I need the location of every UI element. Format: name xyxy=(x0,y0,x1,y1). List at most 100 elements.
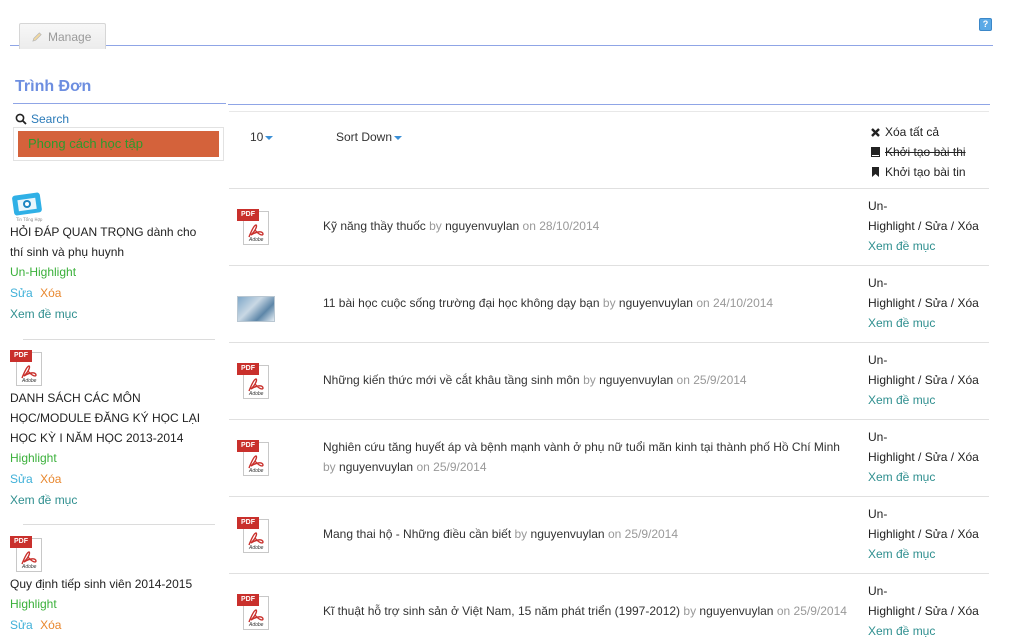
pdf-icon: PDF Adobe xyxy=(237,440,273,478)
table-row: PDF Adobe Nghiên cứu tăng huyết áp và bện… xyxy=(229,420,989,497)
delete-link[interactable]: Xóa xyxy=(957,373,978,387)
unhighlight-prefix[interactable]: Un- xyxy=(868,504,979,524)
delete-link[interactable]: Xóa xyxy=(957,527,978,541)
highlight-link[interactable]: Highlight xyxy=(868,527,915,541)
book-icon xyxy=(871,147,880,157)
row-author[interactable]: nguyenvuylan xyxy=(599,373,673,387)
sort-select[interactable]: Sort Down xyxy=(336,130,403,144)
manage-label: Manage xyxy=(48,29,92,44)
delete-link[interactable]: Xóa xyxy=(957,296,978,310)
sidebar-item-title[interactable]: HỎI ĐÁP QUAN TRỌNG dành cho thí sinh và … xyxy=(10,222,202,262)
edit-link[interactable]: Sửa xyxy=(925,373,948,387)
table-row: PDF Adobe Kĩ thuật hỗ trợ sinh sản ở Việt… xyxy=(229,574,989,643)
page-size-select[interactable]: 10 xyxy=(250,130,274,144)
view-topic-link[interactable]: Xem đề mục xyxy=(868,544,979,564)
edit-row: Sửa Xóa xyxy=(10,282,202,304)
row-actions: Un- Highlight / Sửa / Xóa Xem đề mục xyxy=(868,350,979,410)
row-description: Những kiến thức mới về cắt khâu tầng sin… xyxy=(323,373,747,387)
edit-link[interactable]: Sửa xyxy=(10,618,33,632)
row-author[interactable]: nguyenvuylan xyxy=(339,460,413,474)
highlight-link[interactable]: Highlight xyxy=(868,219,915,233)
highlight-link[interactable]: Highlight xyxy=(868,450,915,464)
view-topic-link[interactable]: Xem đề mục xyxy=(868,621,979,641)
pdf-icon: PDF Adobe xyxy=(237,517,273,555)
row-title[interactable]: Nghiên cứu tăng huyết áp và bệnh mạnh và… xyxy=(323,440,840,454)
delete-link[interactable]: Xóa xyxy=(957,604,978,618)
view-topic-link[interactable]: Xem đề mục xyxy=(868,467,979,487)
highlight-link[interactable]: Highlight xyxy=(868,373,915,387)
sidebar-item-title[interactable]: DANH SÁCH CÁC MÔN HỌC/MODULE ĐĂNG KÝ HỌC… xyxy=(10,388,202,448)
row-date: 25/9/2014 xyxy=(693,373,747,387)
svg-text:Tin Tổng Hợp: Tin Tổng Hợp xyxy=(15,217,43,222)
view-topic-link[interactable]: Xem đề mục xyxy=(10,490,202,510)
edit-link[interactable]: Sửa xyxy=(925,527,948,541)
manage-button[interactable]: Manage xyxy=(19,23,106,49)
delete-link[interactable]: Xóa xyxy=(40,472,61,486)
highlight-link[interactable]: Highlight xyxy=(10,594,202,614)
unhighlight-prefix[interactable]: Un- xyxy=(868,427,979,447)
row-title[interactable]: Kĩ thuật hỗ trợ sinh sản ở Việt Nam, 15 … xyxy=(323,604,680,618)
unhighlight-prefix[interactable]: Un- xyxy=(868,581,979,601)
row-title[interactable]: Mang thai hộ - Những điều cần biết xyxy=(323,527,511,541)
search-input[interactable]: Phong cách học tập xyxy=(18,131,219,157)
main-list: 10 Sort Down Xóa tất cả Khởi tạo bài thi… xyxy=(229,111,989,643)
row-author[interactable]: nguyenvuylan xyxy=(531,527,605,541)
search-link[interactable]: Search xyxy=(15,112,226,126)
row-actions: Un- Highlight / Sửa / Xóa Xem đề mục xyxy=(868,273,979,333)
highlight-link[interactable]: Un-Highlight xyxy=(10,262,202,282)
row-title[interactable]: Kỹ năng thầy thuốc xyxy=(323,219,426,233)
edit-link[interactable]: Sửa xyxy=(10,286,33,300)
sidebar-item-title[interactable]: Quy định tiếp sinh viên 2014-2015 xyxy=(10,574,202,594)
create-exam-label: Khởi tạo bài thi xyxy=(885,145,966,159)
bookmark-icon xyxy=(872,167,879,177)
row-author[interactable]: nguyenvuylan xyxy=(445,219,519,233)
row-date: 25/9/2014 xyxy=(624,527,679,541)
delete-all-button[interactable]: Xóa tất cả xyxy=(870,122,966,142)
highlight-link[interactable]: Highlight xyxy=(10,448,202,468)
pdf-icon: PDF Adobe xyxy=(10,350,46,388)
unhighlight-prefix[interactable]: Un- xyxy=(868,350,979,370)
row-date: 24/10/2014 xyxy=(713,296,774,310)
row-author[interactable]: nguyenvuylan xyxy=(699,604,773,618)
row-date: 28/10/2014 xyxy=(539,219,600,233)
sort-value: Sort Down xyxy=(336,130,393,144)
create-news-label: Khởi tạo bài tin xyxy=(885,165,966,179)
edit-link[interactable]: Sửa xyxy=(925,219,948,233)
search-icon xyxy=(15,113,27,125)
highlight-link[interactable]: Highlight xyxy=(868,296,915,310)
view-topic-link[interactable]: Xem đề mục xyxy=(868,390,979,410)
search-box: Phong cách học tập xyxy=(13,127,224,161)
row-title[interactable]: Những kiến thức mới về cắt khâu tầng sin… xyxy=(323,373,580,387)
close-icon xyxy=(871,127,880,137)
view-topic-link[interactable]: Xem đề mục xyxy=(868,236,979,256)
divider xyxy=(23,524,215,525)
delete-link[interactable]: Xóa xyxy=(957,450,978,464)
sidebar-title: Trình Đơn xyxy=(13,70,226,104)
delete-link[interactable]: Xóa xyxy=(40,286,61,300)
help-icon[interactable]: ? xyxy=(979,18,992,31)
unhighlight-prefix[interactable]: Un- xyxy=(868,196,979,216)
delete-link[interactable]: Xóa xyxy=(957,219,978,233)
edit-link[interactable]: Sửa xyxy=(925,604,948,618)
list-toolbar: 10 Sort Down Xóa tất cả Khởi tạo bài thi… xyxy=(229,111,989,189)
view-topic-link[interactable]: Xem đề mục xyxy=(868,313,979,333)
highlight-link[interactable]: Highlight xyxy=(868,604,915,618)
view-topic-link[interactable]: Xem đề mục xyxy=(10,304,202,324)
row-title[interactable]: 11 bài học cuộc sống trường đại học khôn… xyxy=(323,296,600,310)
row-description: Kỹ năng thầy thuốc by nguyenvuylan on 28… xyxy=(323,219,600,233)
edit-link[interactable]: Sửa xyxy=(925,296,948,310)
pdf-icon: PDF Adobe xyxy=(237,594,273,632)
edit-link[interactable]: Sửa xyxy=(10,472,33,486)
table-row: PDF Adobe Mang thai hộ - Những điều cần b… xyxy=(229,497,989,574)
page-size-value: 10 xyxy=(250,130,264,144)
edit-link[interactable]: Sửa xyxy=(925,450,948,464)
create-news-button[interactable]: Khởi tạo bài tin xyxy=(870,162,966,182)
delete-link[interactable]: Xóa xyxy=(40,618,61,632)
row-author[interactable]: nguyenvuylan xyxy=(619,296,693,310)
edit-row: Sửa Xóa xyxy=(10,468,202,490)
row-description: Nghiên cứu tăng huyết áp và bệnh mạnh và… xyxy=(323,440,840,474)
main-divider xyxy=(228,104,990,105)
edit-row: Sửa Xóa xyxy=(10,614,202,636)
create-exam-button[interactable]: Khởi tạo bài thi xyxy=(870,142,966,162)
unhighlight-prefix[interactable]: Un- xyxy=(868,273,979,293)
